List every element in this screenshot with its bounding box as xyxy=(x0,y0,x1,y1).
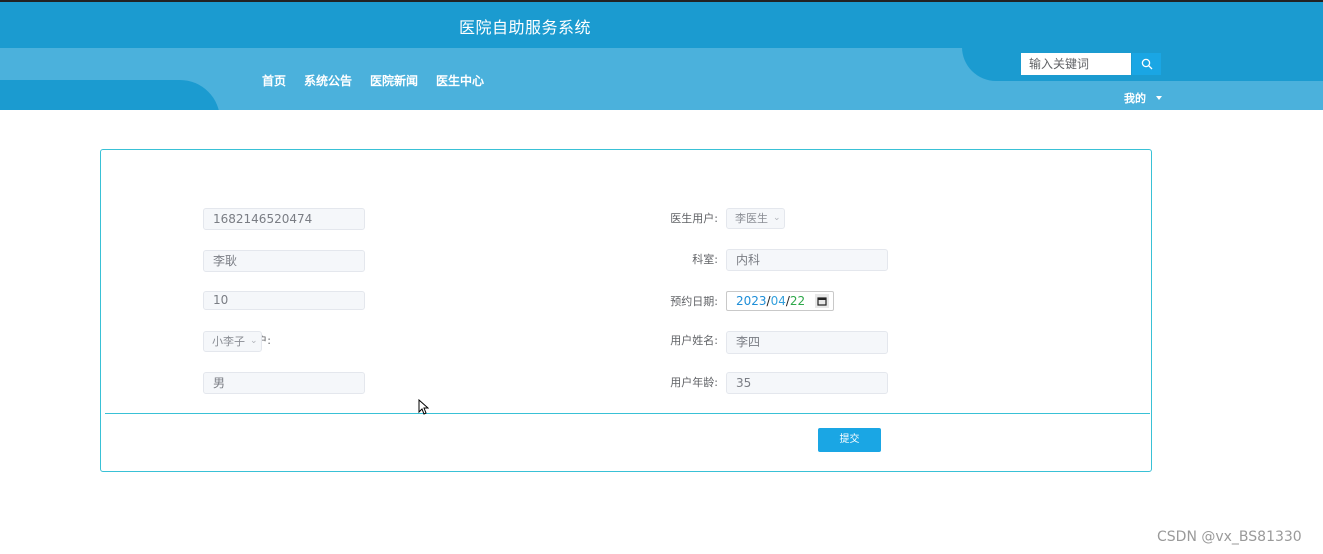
date-day: 22 xyxy=(789,294,806,308)
top-border xyxy=(0,0,1323,2)
site-title: 医院自助服务系统 xyxy=(459,18,592,37)
submit-button[interactable]: 提交 xyxy=(818,428,881,452)
search-input[interactable] xyxy=(1021,53,1131,75)
normal-user-select[interactable]: 小李子 ⌄ xyxy=(203,331,262,352)
department-field[interactable]: 内科 xyxy=(726,249,888,271)
watermark: CSDN @vx_BS81330 xyxy=(1157,529,1302,545)
search-button[interactable] xyxy=(1132,53,1161,75)
doctor-user-label: 医生用户: xyxy=(670,212,718,225)
nav-hospital-news[interactable]: 医院新闻 xyxy=(370,72,418,89)
user-menu[interactable]: 我的 xyxy=(1124,90,1162,106)
appointment-form: 预约号: 1682146520474 医生姓名: 李耿 挂号费: 10 普通用户… xyxy=(100,149,1152,472)
chevron-down-icon: ⌄ xyxy=(773,213,781,223)
date-year: 2023 xyxy=(736,294,767,308)
user-age-field[interactable]: 35 xyxy=(726,372,888,394)
appointment-no-field[interactable]: 1682146520474 xyxy=(203,208,365,230)
department-label: 科室: xyxy=(692,253,718,266)
doctor-user-select[interactable]: 李医生 ⌄ xyxy=(726,208,785,229)
nav-doctor-center[interactable]: 医生中心 xyxy=(436,72,484,89)
mouse-cursor-icon xyxy=(418,399,429,415)
main-nav: 首页 系统公告 医院新闻 医生中心 xyxy=(262,72,484,89)
user-age-label: 用户年龄: xyxy=(670,376,718,389)
chevron-down-icon: ⌄ xyxy=(250,336,258,346)
form-divider xyxy=(105,413,1150,414)
date-month: 04 xyxy=(770,294,786,308)
doctor-user-value: 李医生 xyxy=(735,212,768,225)
calendar-icon[interactable] xyxy=(815,294,829,308)
normal-user-value: 小李子 xyxy=(212,335,245,348)
user-gender-field[interactable]: 男 xyxy=(203,372,365,394)
search-icon xyxy=(1141,58,1152,70)
nav-home[interactable]: 首页 xyxy=(262,72,286,89)
nav-announcements[interactable]: 系统公告 xyxy=(304,72,352,89)
header-bar: 医院自助服务系统 首页 系统公告 医院新闻 医生中心 我的 xyxy=(0,0,1323,110)
user-menu-label: 我的 xyxy=(1124,92,1146,105)
user-name-label: 用户姓名: xyxy=(670,334,718,347)
doctor-name-field[interactable]: 李耿 xyxy=(203,250,365,272)
header-wave-left xyxy=(0,80,220,110)
user-name-field[interactable]: 李四 xyxy=(726,331,888,354)
fee-field[interactable]: 10 xyxy=(203,291,365,310)
caret-down-icon xyxy=(1156,96,1162,100)
appointment-date-label: 预约日期: xyxy=(670,295,718,308)
appointment-date-field[interactable]: 2023/04/22 xyxy=(726,291,834,311)
